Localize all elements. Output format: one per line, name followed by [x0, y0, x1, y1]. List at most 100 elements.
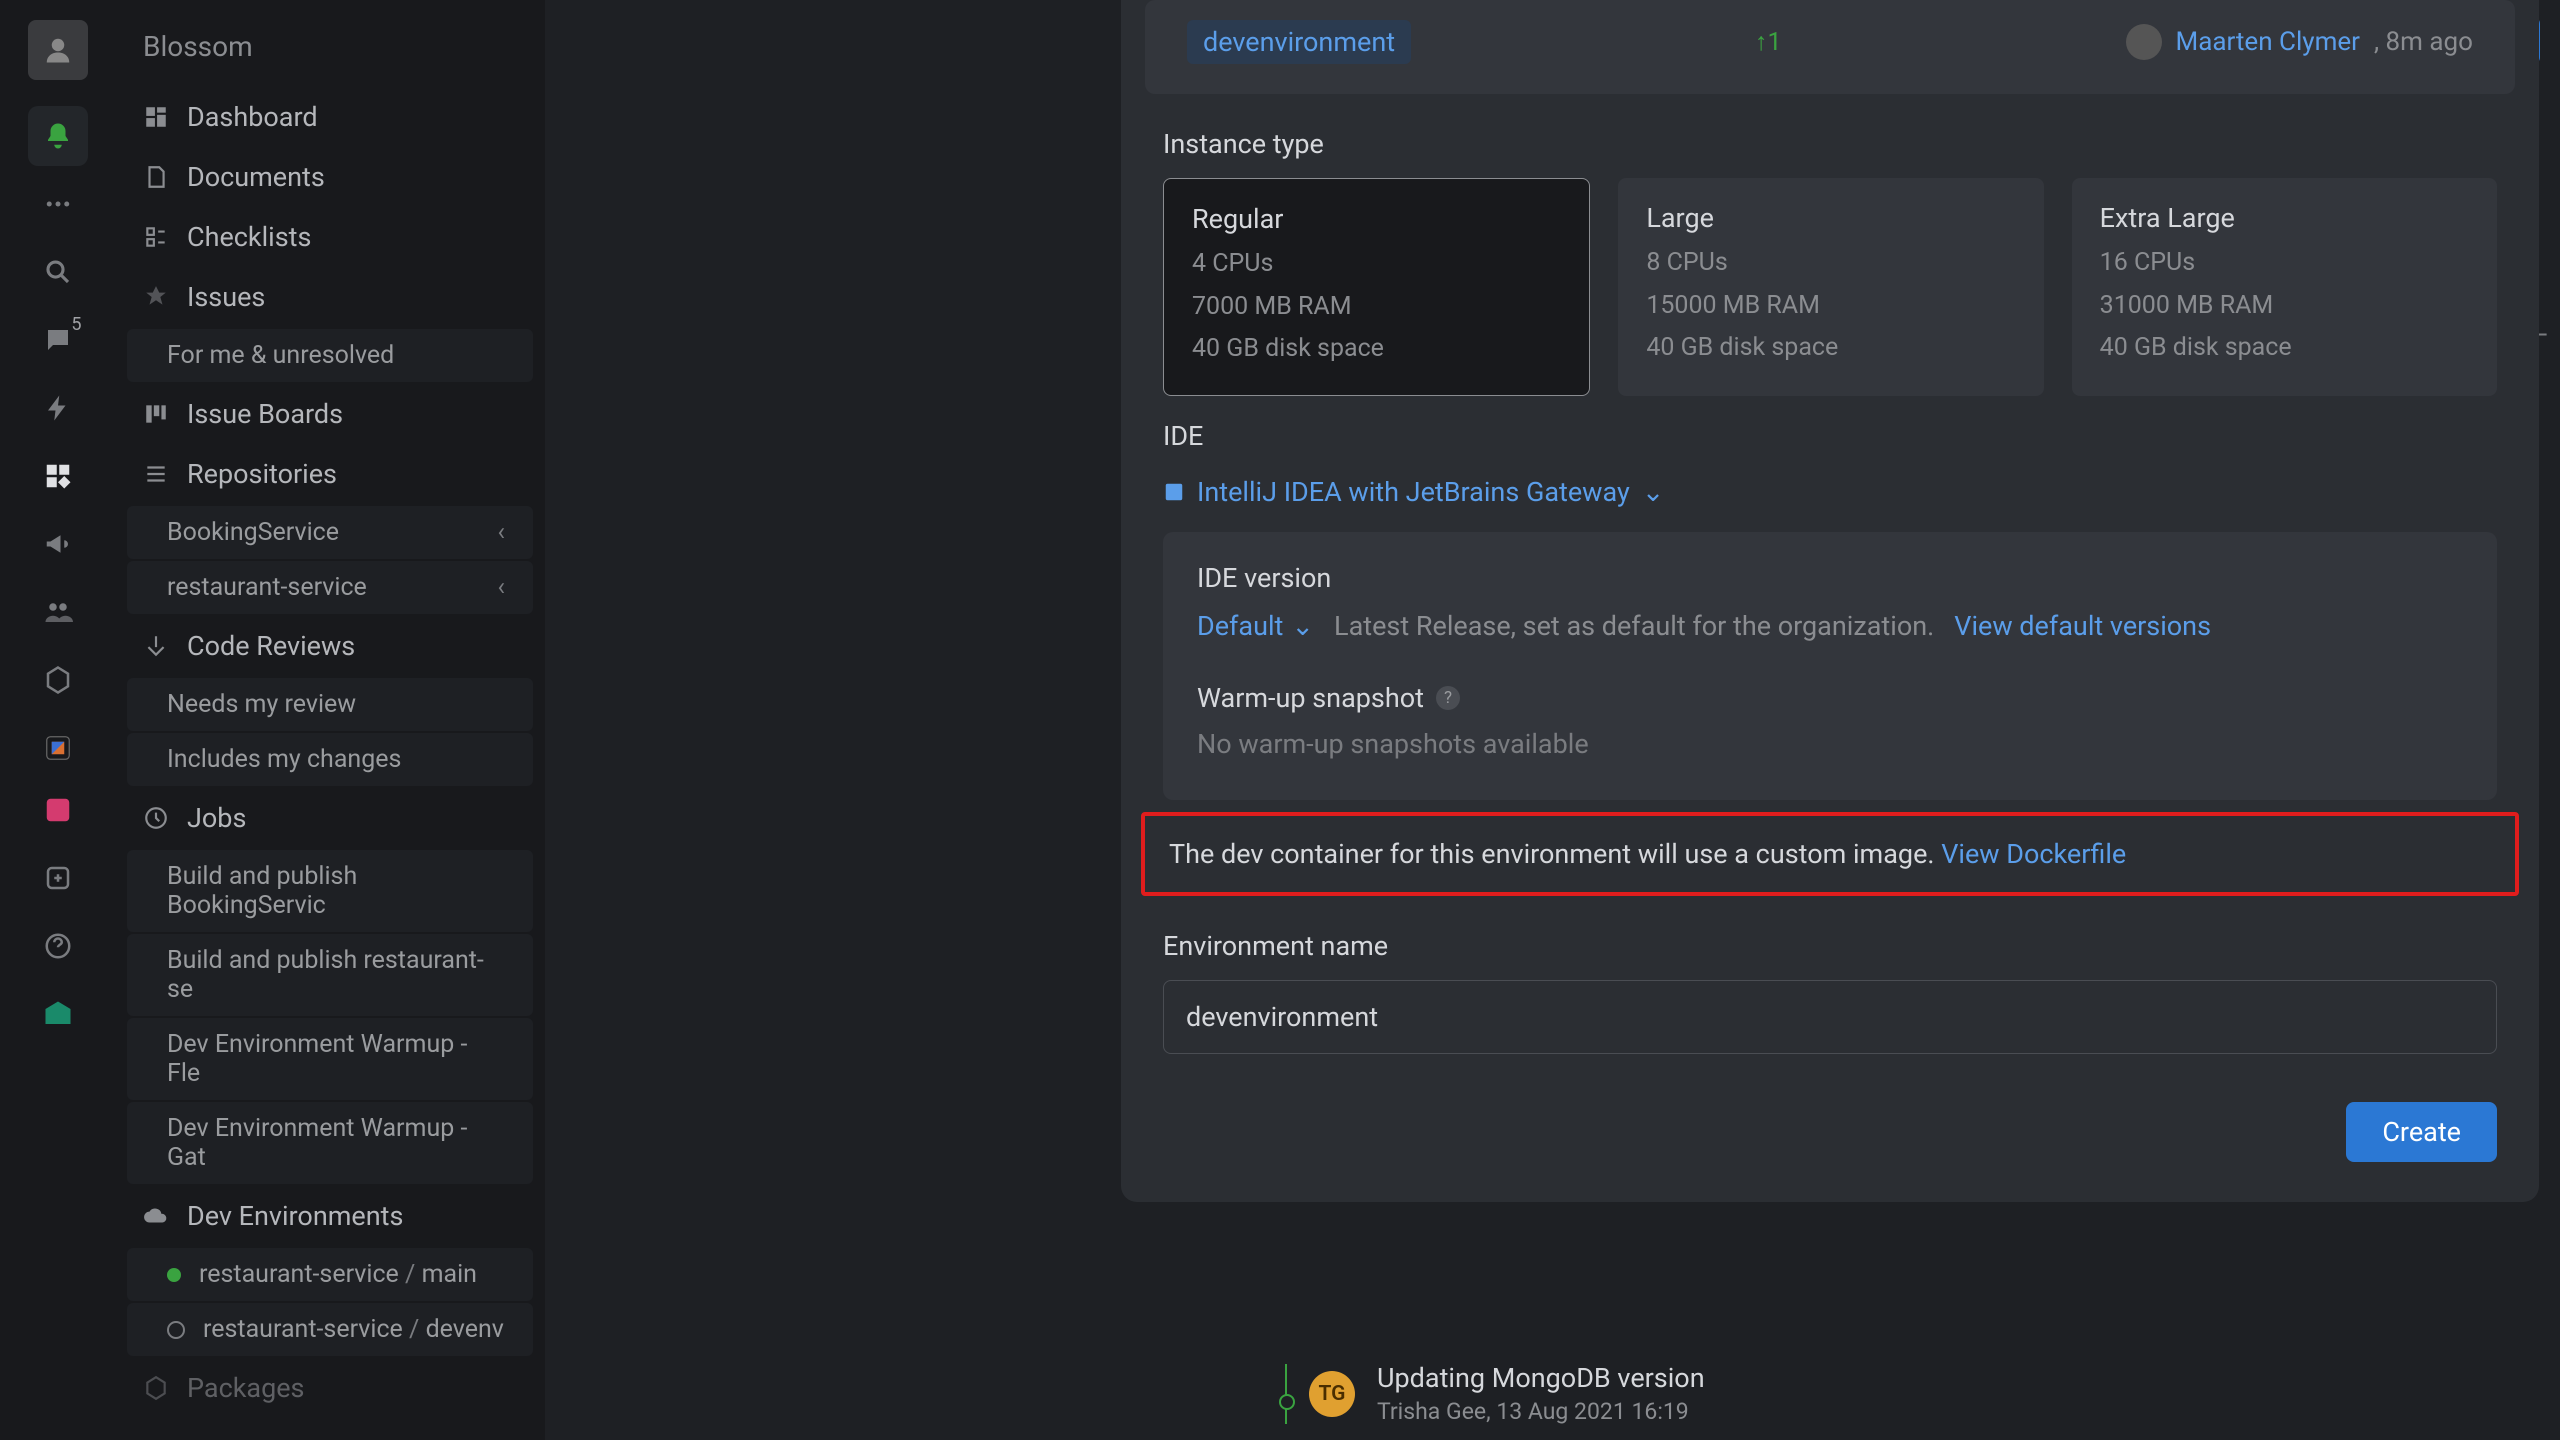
nav-env-item[interactable]: restaurant-service / main — [127, 1248, 533, 1301]
cloud-icon — [143, 1203, 169, 1229]
nav-code-reviews[interactable]: Code Reviews — [115, 616, 545, 676]
itype-name: Regular — [1192, 203, 1561, 235]
nav-label: Issue Boards — [187, 398, 343, 430]
commit-row-title[interactable]: Updating MongoDB version — [1377, 1362, 1705, 1394]
nav-sub-label: restaurant-service / main — [199, 1260, 477, 1289]
nav-label: Documents — [187, 161, 325, 193]
dockerfile-msg: The dev container for this environment w… — [1169, 838, 1941, 870]
notifications-icon[interactable] — [28, 106, 88, 166]
nav-packages[interactable]: Packages — [115, 1358, 545, 1418]
nav-review-sub[interactable]: Needs my review — [127, 678, 533, 731]
nav-sub-label: For me & unresolved — [167, 341, 394, 370]
itype-name: Large — [1646, 202, 2015, 234]
branch-tag[interactable]: devenvironment — [1187, 20, 1411, 64]
nav-label: Code Reviews — [187, 630, 355, 662]
nav-label: Jobs — [187, 802, 246, 834]
view-dockerfile-link[interactable]: View Dockerfile — [1941, 838, 2126, 870]
org-icon[interactable] — [28, 984, 88, 1044]
instance-type-xlarge[interactable]: Extra Large 16 CPUs 31000 MB RAM 40 GB d… — [2072, 178, 2497, 396]
add-icon[interactable] — [28, 848, 88, 908]
team-icon[interactable] — [28, 582, 88, 642]
instance-type-large[interactable]: Large 8 CPUs 15000 MB RAM 40 GB disk spa… — [1618, 178, 2043, 396]
nav-sub-label: Dev Environment Warmup - Fle — [167, 1030, 505, 1088]
nav-issue-boards[interactable]: Issue Boards — [115, 384, 545, 444]
nav-dashboard[interactable]: Dashboard — [115, 87, 545, 147]
workspace-name: Blossom — [115, 20, 545, 87]
repo-icon — [143, 461, 169, 487]
megaphone-icon[interactable] — [28, 514, 88, 574]
toolbox-icon[interactable] — [28, 718, 88, 778]
review-icon — [143, 633, 169, 659]
package-icon — [143, 1375, 169, 1401]
itype-ram: 7000 MB RAM — [1192, 286, 1561, 329]
nav-issues-filter[interactable]: For me & unresolved — [127, 329, 533, 382]
nav-sub-label: restaurant-service — [167, 573, 367, 602]
intellij-icon — [1163, 481, 1185, 503]
help-icon[interactable]: ? — [1436, 686, 1460, 710]
ide-label: IDE — [1121, 396, 2539, 470]
nav-sub-label: Includes my changes — [167, 745, 401, 774]
nav-label: Dashboard — [187, 101, 318, 133]
view-default-versions-link[interactable]: View default versions — [1954, 610, 2211, 642]
nav-repo-item[interactable]: BookingService ‹ — [127, 506, 533, 559]
nav-issues[interactable]: Issues — [115, 267, 545, 327]
user-avatar — [2126, 24, 2162, 60]
instance-type-label: Instance type — [1121, 104, 2539, 178]
itype-disk: 40 GB disk space — [1192, 328, 1561, 371]
dockerfile-notice: The dev container for this environment w… — [1141, 812, 2519, 896]
nav-checklists[interactable]: Checklists — [115, 207, 545, 267]
nav-jobs[interactable]: Jobs — [115, 788, 545, 848]
warmup-none: No warm-up snapshots available — [1197, 728, 2463, 760]
instance-type-regular[interactable]: Regular 4 CPUs 7000 MB RAM 40 GB disk sp… — [1163, 178, 1590, 396]
nav-job-item[interactable]: Build and publish BookingServic — [127, 850, 533, 932]
ide-version-desc: Latest Release, set as default for the o… — [1334, 610, 1934, 642]
chevron-left-icon: ‹ — [497, 518, 505, 547]
settings-hex-icon[interactable] — [28, 650, 88, 710]
nav-label: Packages — [187, 1372, 305, 1404]
apps-icon[interactable] — [28, 446, 88, 506]
env-name-input[interactable] — [1163, 980, 2497, 1054]
create-environment-modal: devenvironment ↑1 Maarten Clymer , 8m ag… — [1121, 0, 2539, 1202]
ide-version-select[interactable]: Default⌄ — [1197, 610, 1314, 642]
help-icon[interactable] — [28, 916, 88, 976]
ide-version-label: IDE version — [1197, 562, 2463, 594]
nav-sub-label: Build and publish restaurant-se — [167, 946, 505, 1004]
nav-label: Issues — [187, 281, 265, 313]
commits-ahead: ↑1 — [1755, 28, 1782, 57]
ide-select[interactable]: IntelliJ IDEA with JetBrains Gateway ⌄ — [1121, 470, 2539, 522]
itype-ram: 15000 MB RAM — [1646, 285, 2015, 328]
nav-job-item[interactable]: Build and publish restaurant-se — [127, 934, 533, 1016]
dashboard-icon — [143, 104, 169, 130]
create-button[interactable]: Create — [2346, 1102, 2497, 1162]
nav-label: Repositories — [187, 458, 337, 490]
nav-documents[interactable]: Documents — [115, 147, 545, 207]
nav-sub-label: Build and publish BookingServic — [167, 862, 505, 920]
bolt-icon[interactable] — [28, 378, 88, 438]
jobs-icon — [143, 805, 169, 831]
user-name[interactable]: Maarten Clymer — [2176, 27, 2360, 57]
chevron-down-icon: ⌄ — [1291, 610, 1314, 642]
nav-sub-label: Needs my review — [167, 690, 356, 719]
itype-ram: 31000 MB RAM — [2100, 285, 2469, 328]
env-name-label: Environment name — [1163, 930, 2497, 962]
nav-sub-label: BookingService — [167, 518, 339, 547]
checklist-icon — [143, 224, 169, 250]
nav-repositories[interactable]: Repositories — [115, 444, 545, 504]
itype-cpu: 4 CPUs — [1192, 243, 1561, 286]
itype-disk: 40 GB disk space — [2100, 327, 2469, 370]
nav-job-item[interactable]: Dev Environment Warmup - Gat — [127, 1102, 533, 1184]
ide-link-label: IntelliJ IDEA with JetBrains Gateway — [1197, 476, 1630, 508]
commit-avatar: TG — [1309, 1371, 1355, 1417]
more-icon[interactable] — [28, 174, 88, 234]
nav-label: Checklists — [187, 221, 311, 253]
nav-repo-item[interactable]: restaurant-service‹ — [127, 561, 533, 614]
avatar[interactable] — [28, 20, 88, 80]
itype-disk: 40 GB disk space — [1646, 327, 2015, 370]
chat-icon[interactable]: 5 — [28, 310, 88, 370]
nav-job-item[interactable]: Dev Environment Warmup - Fle — [127, 1018, 533, 1100]
nav-env-item[interactable]: restaurant-service / devenv — [127, 1303, 533, 1356]
nav-dev-environments[interactable]: Dev Environments — [115, 1186, 545, 1246]
search-icon[interactable] — [28, 242, 88, 302]
plugin-icon[interactable] — [28, 780, 88, 840]
nav-review-sub[interactable]: Includes my changes — [127, 733, 533, 786]
